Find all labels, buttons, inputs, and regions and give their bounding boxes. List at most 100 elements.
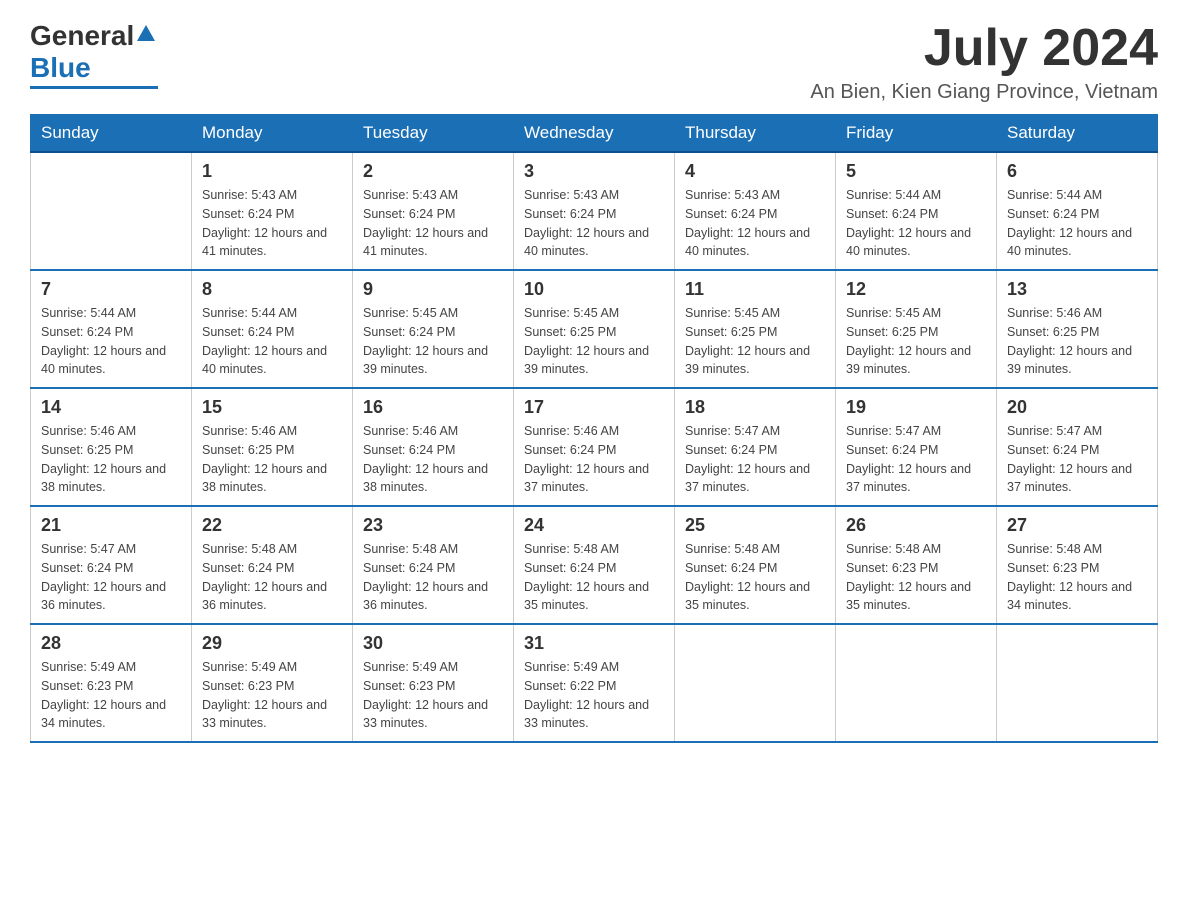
week-row-3: 14 Sunrise: 5:46 AMSunset: 6:25 PMDayligh…	[31, 388, 1158, 506]
day-number: 27	[1007, 515, 1147, 536]
page-header: General Blue July 2024 An Bien, Kien Gia…	[30, 20, 1158, 104]
day-number: 5	[846, 161, 986, 182]
calendar-cell: 24 Sunrise: 5:48 AMSunset: 6:24 PMDayligh…	[514, 506, 675, 624]
day-number: 4	[685, 161, 825, 182]
weekday-header-wednesday: Wednesday	[514, 115, 675, 153]
day-info: Sunrise: 5:48 AMSunset: 6:23 PMDaylight:…	[846, 540, 986, 615]
day-info: Sunrise: 5:47 AMSunset: 6:24 PMDaylight:…	[1007, 422, 1147, 497]
day-number: 1	[202, 161, 342, 182]
day-info: Sunrise: 5:43 AMSunset: 6:24 PMDaylight:…	[363, 186, 503, 261]
week-row-4: 21 Sunrise: 5:47 AMSunset: 6:24 PMDayligh…	[31, 506, 1158, 624]
day-info: Sunrise: 5:49 AMSunset: 6:23 PMDaylight:…	[41, 658, 181, 733]
calendar-cell: 21 Sunrise: 5:47 AMSunset: 6:24 PMDayligh…	[31, 506, 192, 624]
calendar-cell: 9Sunrise: 5:45 AMSunset: 6:24 PMDaylight…	[353, 270, 514, 388]
day-number: 21	[41, 515, 181, 536]
day-info: Sunrise: 5:43 AMSunset: 6:24 PMDaylight:…	[685, 186, 825, 261]
day-number: 17	[524, 397, 664, 418]
day-info: Sunrise: 5:48 AMSunset: 6:23 PMDaylight:…	[1007, 540, 1147, 615]
day-number: 3	[524, 161, 664, 182]
calendar-cell: 14 Sunrise: 5:46 AMSunset: 6:25 PMDayligh…	[31, 388, 192, 506]
calendar-cell: 15 Sunrise: 5:46 AMSunset: 6:25 PMDayligh…	[192, 388, 353, 506]
day-number: 20	[1007, 397, 1147, 418]
calendar-cell: 22 Sunrise: 5:48 AMSunset: 6:24 PMDayligh…	[192, 506, 353, 624]
day-info: Sunrise: 5:47 AMSunset: 6:24 PMDaylight:…	[685, 422, 825, 497]
day-info: Sunrise: 5:49 AMSunset: 6:22 PMDaylight:…	[524, 658, 664, 733]
day-info: Sunrise: 5:49 AMSunset: 6:23 PMDaylight:…	[363, 658, 503, 733]
calendar-cell: 23Sunrise: 5:48 AMSunset: 6:24 PMDayligh…	[353, 506, 514, 624]
calendar-cell: 20 Sunrise: 5:47 AMSunset: 6:24 PMDayligh…	[997, 388, 1158, 506]
day-number: 6	[1007, 161, 1147, 182]
day-info: Sunrise: 5:47 AMSunset: 6:24 PMDaylight:…	[41, 540, 181, 615]
calendar-cell: 8Sunrise: 5:44 AMSunset: 6:24 PMDaylight…	[192, 270, 353, 388]
calendar-cell: 27 Sunrise: 5:48 AMSunset: 6:23 PMDayligh…	[997, 506, 1158, 624]
calendar-cell: 18 Sunrise: 5:47 AMSunset: 6:24 PMDayligh…	[675, 388, 836, 506]
calendar-cell: 19 Sunrise: 5:47 AMSunset: 6:24 PMDayligh…	[836, 388, 997, 506]
day-info: Sunrise: 5:44 AMSunset: 6:24 PMDaylight:…	[846, 186, 986, 261]
day-number: 12	[846, 279, 986, 300]
day-number: 24	[524, 515, 664, 536]
calendar-cell	[997, 624, 1158, 742]
day-info: Sunrise: 5:46 AMSunset: 6:25 PMDaylight:…	[202, 422, 342, 497]
calendar-cell: 16 Sunrise: 5:46 AMSunset: 6:24 PMDayligh…	[353, 388, 514, 506]
day-info: Sunrise: 5:47 AMSunset: 6:24 PMDaylight:…	[846, 422, 986, 497]
calendar-cell: 7 Sunrise: 5:44 AMSunset: 6:24 PMDaylight…	[31, 270, 192, 388]
weekday-header-monday: Monday	[192, 115, 353, 153]
logo: General Blue	[30, 20, 158, 89]
day-info: Sunrise: 5:48 AMSunset: 6:24 PMDaylight:…	[685, 540, 825, 615]
day-number: 16	[363, 397, 503, 418]
weekday-header-saturday: Saturday	[997, 115, 1158, 153]
day-number: 10	[524, 279, 664, 300]
day-number: 7	[41, 279, 181, 300]
day-number: 19	[846, 397, 986, 418]
day-info: Sunrise: 5:44 AMSunset: 6:24 PMDaylight:…	[1007, 186, 1147, 261]
day-info: Sunrise: 5:43 AMSunset: 6:24 PMDaylight:…	[202, 186, 342, 261]
logo-general-text: General	[30, 20, 134, 52]
calendar-cell: 31 Sunrise: 5:49 AMSunset: 6:22 PMDayligh…	[514, 624, 675, 742]
logo-triangle-icon	[135, 23, 157, 45]
calendar-cell: 1 Sunrise: 5:43 AMSunset: 6:24 PMDaylight…	[192, 152, 353, 270]
calendar-cell	[31, 152, 192, 270]
calendar-cell	[675, 624, 836, 742]
calendar-cell: 28Sunrise: 5:49 AMSunset: 6:23 PMDayligh…	[31, 624, 192, 742]
day-info: Sunrise: 5:48 AMSunset: 6:24 PMDaylight:…	[524, 540, 664, 615]
day-info: Sunrise: 5:48 AMSunset: 6:24 PMDaylight:…	[202, 540, 342, 615]
day-number: 29	[202, 633, 342, 654]
day-number: 15	[202, 397, 342, 418]
weekday-header-tuesday: Tuesday	[353, 115, 514, 153]
day-number: 25	[685, 515, 825, 536]
calendar-cell: 13Sunrise: 5:46 AMSunset: 6:25 PMDayligh…	[997, 270, 1158, 388]
day-info: Sunrise: 5:46 AMSunset: 6:24 PMDaylight:…	[363, 422, 503, 497]
day-info: Sunrise: 5:43 AMSunset: 6:24 PMDaylight:…	[524, 186, 664, 261]
logo-blue-text: Blue	[30, 52, 91, 84]
calendar-cell: 26 Sunrise: 5:48 AMSunset: 6:23 PMDayligh…	[836, 506, 997, 624]
day-number: 26	[846, 515, 986, 536]
calendar-cell: 3 Sunrise: 5:43 AMSunset: 6:24 PMDaylight…	[514, 152, 675, 270]
day-info: Sunrise: 5:46 AMSunset: 6:25 PMDaylight:…	[41, 422, 181, 497]
calendar-cell: 29Sunrise: 5:49 AMSunset: 6:23 PMDayligh…	[192, 624, 353, 742]
weekday-header-sunday: Sunday	[31, 115, 192, 153]
week-row-1: 1 Sunrise: 5:43 AMSunset: 6:24 PMDaylight…	[31, 152, 1158, 270]
weekday-header-row: SundayMondayTuesdayWednesdayThursdayFrid…	[31, 115, 1158, 153]
day-info: Sunrise: 5:45 AMSunset: 6:25 PMDaylight:…	[524, 304, 664, 379]
week-row-2: 7 Sunrise: 5:44 AMSunset: 6:24 PMDaylight…	[31, 270, 1158, 388]
day-number: 8	[202, 279, 342, 300]
calendar-cell: 11Sunrise: 5:45 AMSunset: 6:25 PMDayligh…	[675, 270, 836, 388]
calendar-cell: 25 Sunrise: 5:48 AMSunset: 6:24 PMDayligh…	[675, 506, 836, 624]
calendar-cell: 6 Sunrise: 5:44 AMSunset: 6:24 PMDaylight…	[997, 152, 1158, 270]
day-number: 22	[202, 515, 342, 536]
calendar-cell: 10 Sunrise: 5:45 AMSunset: 6:25 PMDayligh…	[514, 270, 675, 388]
day-info: Sunrise: 5:44 AMSunset: 6:24 PMDaylight:…	[41, 304, 181, 379]
day-number: 11	[685, 279, 825, 300]
day-number: 31	[524, 633, 664, 654]
location: An Bien, Kien Giang Province, Vietnam	[810, 81, 1158, 104]
week-row-5: 28Sunrise: 5:49 AMSunset: 6:23 PMDayligh…	[31, 624, 1158, 742]
logo-underline	[30, 86, 158, 89]
day-number: 18	[685, 397, 825, 418]
calendar-cell: 17 Sunrise: 5:46 AMSunset: 6:24 PMDayligh…	[514, 388, 675, 506]
calendar-cell	[836, 624, 997, 742]
day-info: Sunrise: 5:46 AMSunset: 6:24 PMDaylight:…	[524, 422, 664, 497]
day-number: 13	[1007, 279, 1147, 300]
day-number: 23	[363, 515, 503, 536]
day-number: 14	[41, 397, 181, 418]
weekday-header-thursday: Thursday	[675, 115, 836, 153]
